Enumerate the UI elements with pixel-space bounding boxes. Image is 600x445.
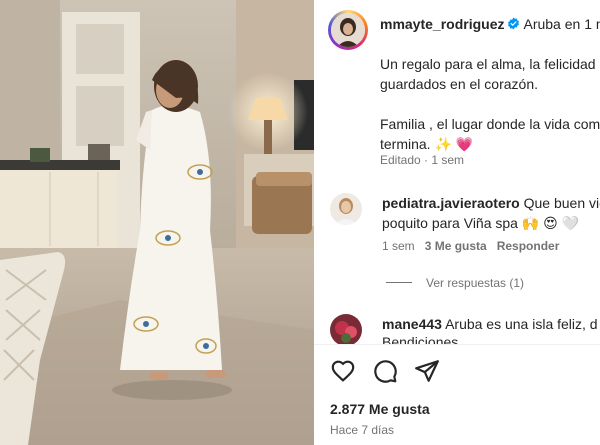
photo-illustration bbox=[0, 0, 314, 445]
caption-edited-meta: Editado · 1 sem bbox=[380, 153, 465, 167]
comment-text: mane443 Aruba es una isla feliz, d bbox=[382, 314, 600, 334]
post-location[interactable]: Aruba en 1 m bbox=[523, 16, 600, 32]
author-username[interactable]: mmayte_rodriguez bbox=[380, 16, 504, 32]
author-avatar[interactable] bbox=[328, 10, 368, 50]
commenter-username[interactable]: mane443 bbox=[382, 316, 442, 332]
verified-badge-icon bbox=[508, 17, 520, 30]
comment-bubble-icon[interactable] bbox=[372, 358, 398, 384]
comment-likes[interactable]: 3 Me gusta bbox=[425, 239, 487, 253]
commenter-avatar[interactable] bbox=[330, 314, 362, 346]
author-avatar-image bbox=[331, 13, 365, 47]
comment-text: pediatra.javieraotero Que buen vie bbox=[382, 193, 600, 213]
comment-body-line2: poquito para Viña spa 🙌 😍 🤍 bbox=[382, 215, 580, 231]
heart-icon[interactable] bbox=[330, 358, 356, 384]
likes-count[interactable]: 2.877 Me gusta bbox=[330, 401, 430, 417]
paper-plane-icon[interactable] bbox=[414, 358, 440, 384]
actions-section: 2.877 Me gusta Hace 7 días bbox=[314, 344, 600, 445]
commenter-avatar[interactable] bbox=[330, 193, 362, 225]
view-replies-button[interactable]: Ver respuestas (1) bbox=[386, 276, 524, 290]
reply-button[interactable]: Responder bbox=[497, 239, 560, 253]
comment-time: 1 sem bbox=[382, 239, 415, 253]
section-divider bbox=[314, 344, 600, 345]
commenter-username[interactable]: pediatra.javieraotero bbox=[382, 195, 520, 211]
view-replies-label: Ver respuestas (1) bbox=[426, 276, 525, 290]
post-author-line: mmayte_rodriguez Aruba en 1 m bbox=[380, 16, 600, 32]
post-caption: Un regalo para el alma, la felicidad gua… bbox=[380, 56, 600, 152]
post-photo[interactable] bbox=[0, 0, 314, 445]
post-details-panel: mmayte_rodriguez Aruba en 1 m Un regalo p… bbox=[314, 0, 600, 445]
comment-body: Aruba es una isla feliz, d bbox=[445, 316, 598, 332]
post-timestamp[interactable]: Hace 7 días bbox=[330, 423, 394, 437]
replies-divider-line bbox=[386, 282, 412, 283]
comment-body: Que buen vie bbox=[523, 195, 600, 211]
comment-meta: 1 sem 3 Me gusta Responder bbox=[382, 239, 559, 253]
